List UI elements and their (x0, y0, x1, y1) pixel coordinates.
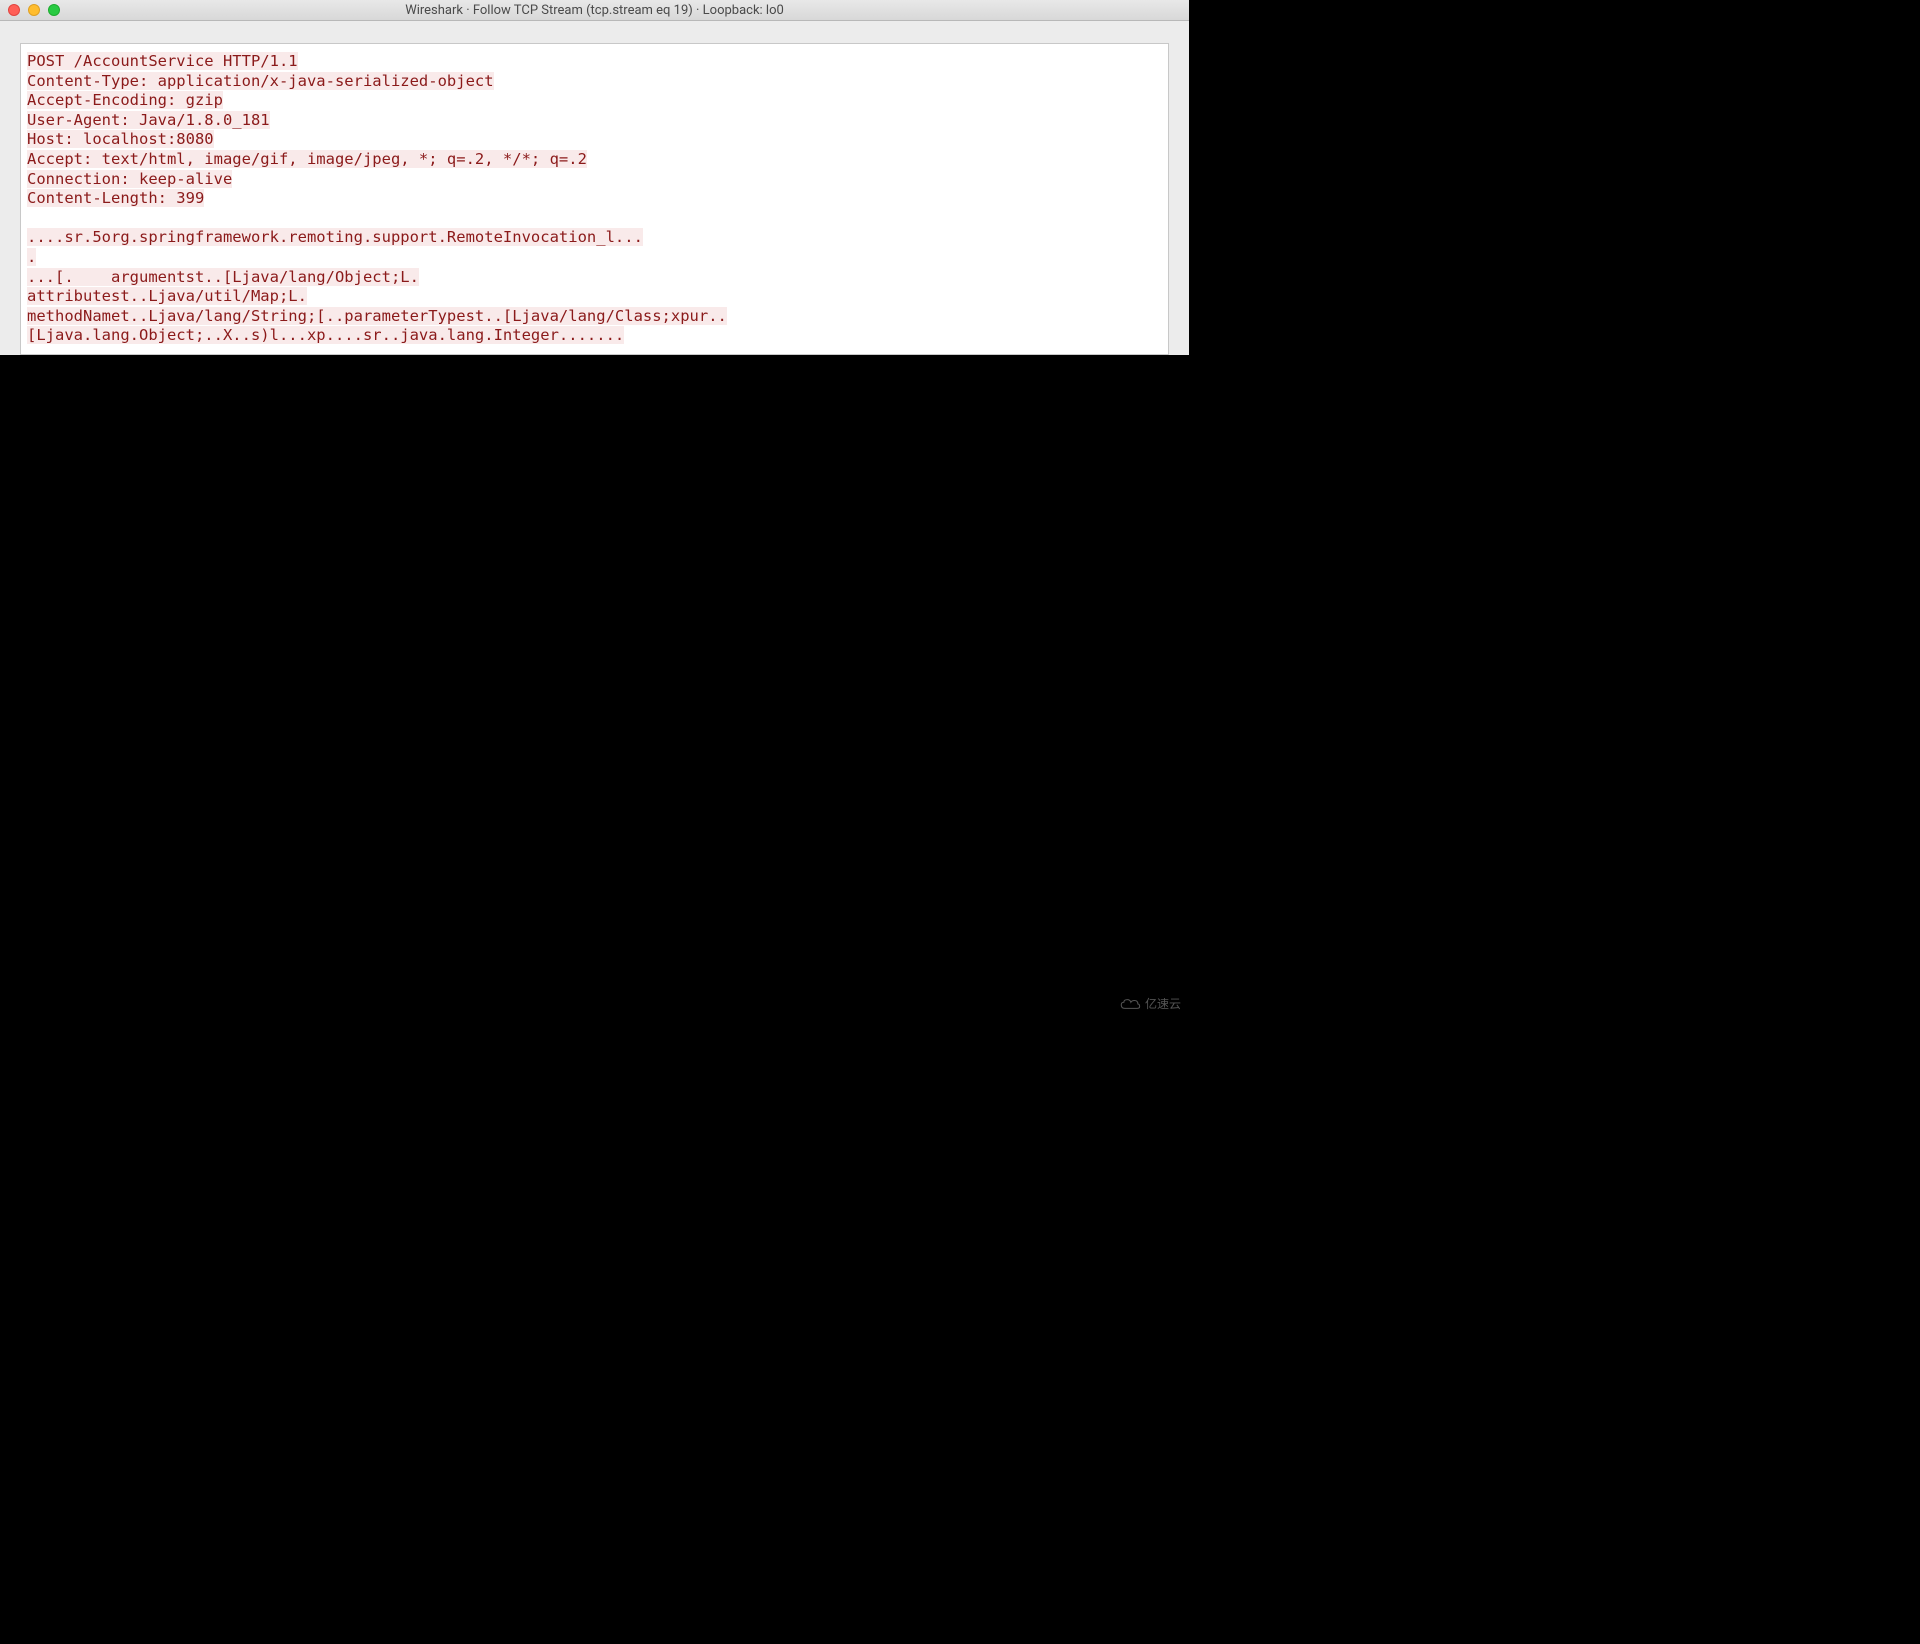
tcp-stream-text[interactable]: POST /AccountService HTTP/1.1 Content-Ty… (20, 43, 1169, 355)
stream-line: Content-Type: application/x-java-seriali… (27, 72, 494, 90)
black-region (0, 355, 1189, 1018)
traffic-lights (8, 4, 60, 16)
titlebar[interactable]: Wireshark · Follow TCP Stream (tcp.strea… (0, 0, 1189, 21)
window-title: Wireshark · Follow TCP Stream (tcp.strea… (405, 3, 784, 18)
stream-line: . (27, 248, 36, 266)
stream-line: attributest..Ljava/util/Map;L. (27, 287, 307, 305)
stream-line: User-Agent: Java/1.8.0_181 (27, 111, 270, 129)
stream-line: Accept: text/html, image/gif, image/jpeg… (27, 150, 587, 168)
stream-line: [Ljava.lang.Object;..X..s)l...xp....sr..… (27, 326, 624, 344)
watermark-text: 亿速云 (1145, 995, 1181, 1012)
stream-line: Connection: keep-alive (27, 170, 232, 188)
stream-line: Host: localhost:8080 (27, 130, 214, 148)
stream-line: ....sr.5org.springframework.remoting.sup… (27, 228, 643, 246)
cloud-icon (1119, 997, 1141, 1011)
content-area: POST /AccountService HTTP/1.1 Content-Ty… (0, 21, 1189, 355)
stream-line: ...[. argumentst..[Ljava/lang/Object;L. (27, 268, 419, 286)
stream-line: POST /AccountService HTTP/1.1 (27, 52, 298, 70)
stream-line: Accept-Encoding: gzip (27, 91, 223, 109)
minimize-button[interactable] (28, 4, 40, 16)
maximize-button[interactable] (48, 4, 60, 16)
close-button[interactable] (8, 4, 20, 16)
stream-line: Content-Length: 399 (27, 189, 204, 207)
stream-line: methodNamet..Ljava/lang/String;[..parame… (27, 307, 727, 325)
watermark: 亿速云 (1119, 995, 1181, 1012)
wireshark-window: Wireshark · Follow TCP Stream (tcp.strea… (0, 0, 1189, 355)
